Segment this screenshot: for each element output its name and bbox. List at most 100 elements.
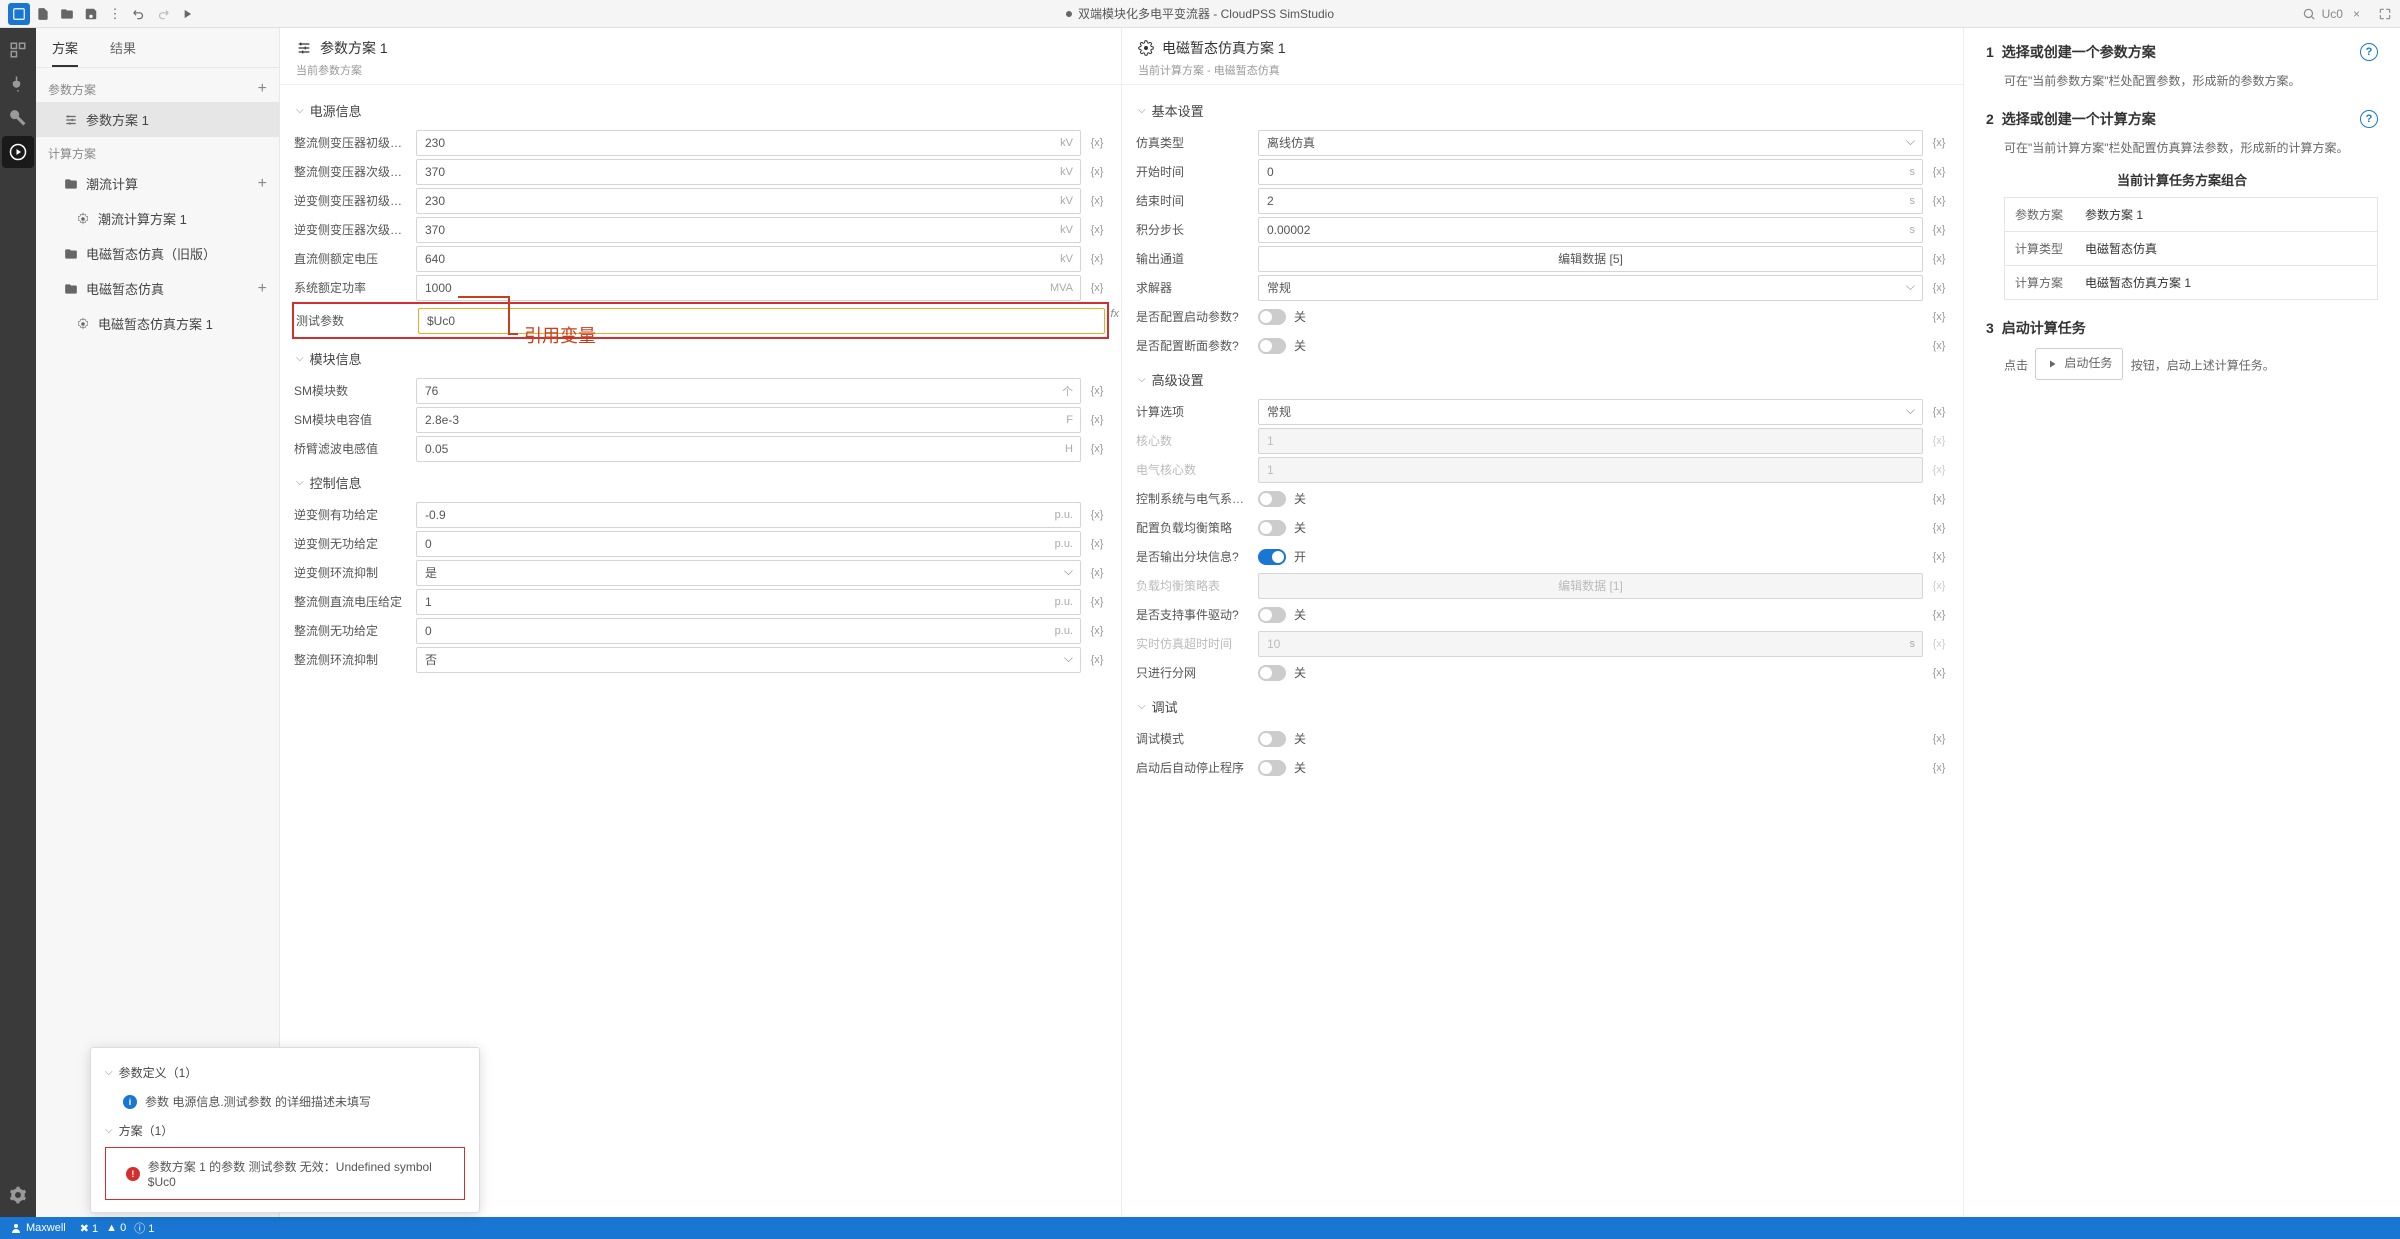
fullscreen-icon[interactable] — [2378, 7, 2392, 21]
x-btn[interactable]: {x} — [1929, 253, 1949, 265]
x-btn[interactable]: {x} — [1929, 609, 1949, 621]
x-btn[interactable]: {x} — [1087, 509, 1107, 521]
x-btn[interactable]: {x} — [1929, 522, 1949, 534]
x-btn[interactable]: {x} — [1929, 551, 1949, 563]
x-btn[interactable]: {x} — [1087, 414, 1107, 426]
x-btn[interactable]: {x} — [1087, 443, 1107, 455]
x-btn[interactable]: {x} — [1929, 195, 1949, 207]
fx-icon[interactable]: fx — [1110, 308, 1119, 320]
popup-section-plan[interactable]: ⌵方案（1） — [105, 1116, 465, 1145]
input-inv-secondary[interactable] — [416, 217, 1081, 243]
toggle-debug-mode[interactable] — [1258, 731, 1286, 747]
input-rect-q[interactable] — [416, 618, 1081, 644]
input-inv-q[interactable] — [416, 531, 1081, 557]
rail-plug-icon[interactable] — [2, 68, 34, 100]
status-user[interactable]: Maxwell — [10, 1222, 66, 1234]
add-flow-icon[interactable]: + — [258, 175, 267, 193]
x-btn[interactable]: {x} — [1929, 224, 1949, 236]
emt-folder[interactable]: 电磁暂态仿真+ — [36, 271, 279, 306]
search-box[interactable]: Uc0 × — [2302, 7, 2392, 21]
rail-run-icon[interactable] — [2, 136, 34, 168]
x-btn[interactable]: {x} — [1929, 166, 1949, 178]
input-test-param[interactable] — [418, 308, 1105, 334]
x-btn[interactable]: {x} — [1087, 385, 1107, 397]
input-sm-count[interactable] — [416, 378, 1081, 404]
x-btn[interactable]: {x} — [1087, 282, 1107, 294]
select-rect-circ[interactable]: 否 — [416, 647, 1081, 673]
edit-output-channels-button[interactable]: 编辑数据 [5] — [1258, 246, 1923, 272]
x-btn[interactable]: {x} — [1929, 762, 1949, 774]
toggle-only-partition[interactable] — [1258, 665, 1286, 681]
select-solver[interactable]: 常规 — [1258, 275, 1923, 301]
x-btn[interactable]: {x} — [1087, 253, 1107, 265]
help-icon[interactable]: ? — [2360, 43, 2378, 61]
x-btn[interactable]: {x} — [1087, 166, 1107, 178]
group-basic[interactable]: ⌵基本设置 — [1136, 91, 1949, 128]
app-icon[interactable] — [8, 3, 30, 25]
add-param-plan-icon[interactable]: + — [258, 80, 267, 98]
x-btn[interactable]: {x} — [1087, 195, 1107, 207]
x-btn[interactable]: {x} — [1929, 667, 1949, 679]
group-control[interactable]: ⌵控制信息 — [294, 463, 1107, 500]
input-sm-cap[interactable] — [416, 407, 1081, 433]
select-sim-type[interactable]: 离线仿真 — [1258, 130, 1923, 156]
x-btn[interactable]: {x} — [1929, 340, 1949, 352]
input-step[interactable] — [1258, 217, 1923, 243]
rail-overview-icon[interactable] — [2, 34, 34, 66]
x-btn[interactable]: {x} — [1087, 567, 1107, 579]
x-btn[interactable]: {x} — [1087, 224, 1107, 236]
x-btn[interactable]: {x} — [1929, 311, 1949, 323]
input-rect-secondary[interactable] — [416, 159, 1081, 185]
input-inv-p[interactable] — [416, 502, 1081, 528]
popup-section-param-def[interactable]: ⌵参数定义（1） — [105, 1058, 465, 1087]
new-file-icon[interactable] — [32, 3, 54, 25]
flow-plan-item[interactable]: 潮流计算方案 1 — [36, 201, 279, 236]
tab-plan[interactable]: 方案 — [36, 28, 94, 67]
emt-plan-item[interactable]: 电磁暂态仿真方案 1 — [36, 306, 279, 341]
input-rated-power[interactable] — [416, 275, 1081, 301]
help-icon[interactable]: ? — [2360, 110, 2378, 128]
open-icon[interactable] — [56, 3, 78, 25]
x-btn[interactable]: {x} — [1087, 596, 1107, 608]
emt-old-folder[interactable]: 电磁暂态仿真（旧版） — [36, 236, 279, 271]
toggle-event-driven[interactable] — [1258, 607, 1286, 623]
input-dc-voltage[interactable] — [416, 246, 1081, 272]
x-btn[interactable]: {x} — [1929, 282, 1949, 294]
rail-settings-icon[interactable] — [2, 1179, 34, 1211]
popup-error-item[interactable]: !参数方案 1 的参数 测试参数 无效：Undefined symbol $Uc… — [112, 1152, 458, 1195]
toggle-startup-params[interactable] — [1258, 309, 1286, 325]
run-icon[interactable] — [176, 3, 198, 25]
launch-button[interactable]: 启动任务 — [2035, 348, 2123, 379]
x-btn[interactable]: {x} — [1929, 733, 1949, 745]
search-clear-icon[interactable]: × — [2349, 7, 2364, 21]
input-start-time[interactable] — [1258, 159, 1923, 185]
x-btn[interactable]: {x} — [1929, 493, 1949, 505]
param-plan-item[interactable]: 参数方案 1 — [36, 102, 279, 137]
x-btn[interactable]: {x} — [1087, 625, 1107, 637]
x-btn[interactable]: {x} — [1087, 538, 1107, 550]
x-btn[interactable]: {x} — [1087, 654, 1107, 666]
input-inv-primary[interactable] — [416, 188, 1081, 214]
rail-tools-icon[interactable] — [2, 102, 34, 134]
toggle-ctrl-elec[interactable] — [1258, 491, 1286, 507]
x-btn[interactable]: {x} — [1929, 406, 1949, 418]
select-inv-circ[interactable]: 是 — [416, 560, 1081, 586]
toggle-auto-stop[interactable] — [1258, 760, 1286, 776]
add-emt-icon[interactable]: + — [258, 280, 267, 298]
group-module[interactable]: ⌵模块信息 — [294, 339, 1107, 376]
more-icon[interactable]: ⋮ — [104, 3, 126, 25]
toggle-block-info[interactable] — [1258, 549, 1286, 565]
input-rect-primary[interactable] — [416, 130, 1081, 156]
status-counts[interactable]: ✖ 1 ▲ 0 ⓘ 1 — [80, 1220, 155, 1236]
group-advanced[interactable]: ⌵高级设置 — [1136, 360, 1949, 397]
toggle-load-balance[interactable] — [1258, 520, 1286, 536]
group-debug[interactable]: ⌵调试 — [1136, 687, 1949, 724]
group-power[interactable]: ⌵电源信息 — [294, 91, 1107, 128]
save-icon[interactable] — [80, 3, 102, 25]
input-end-time[interactable] — [1258, 188, 1923, 214]
input-arm-inductor[interactable] — [416, 436, 1081, 462]
flow-folder[interactable]: 潮流计算+ — [36, 166, 279, 201]
redo-icon[interactable] — [152, 3, 174, 25]
input-rect-dc[interactable] — [416, 589, 1081, 615]
toggle-section-params[interactable] — [1258, 338, 1286, 354]
